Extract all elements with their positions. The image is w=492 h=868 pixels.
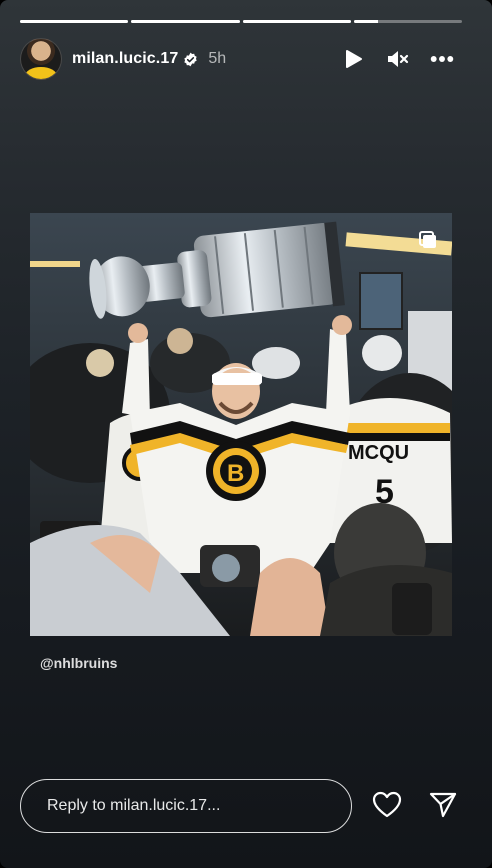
more-horizontal-icon	[430, 56, 454, 62]
heart-icon	[372, 791, 402, 818]
story-photo[interactable]: MCQU 5 B	[30, 213, 452, 636]
story-viewer: milan.lucic.17 5h MCQU 5 B @nhlbruins Re…	[0, 0, 492, 868]
progress-segment	[131, 20, 240, 23]
muted-speaker-icon	[388, 51, 409, 67]
more-options-button[interactable]	[430, 47, 454, 71]
post-time: 5h	[208, 50, 227, 67]
progress-segment	[20, 20, 129, 23]
story-header: milan.lucic.17 5h	[20, 38, 472, 80]
header-actions	[342, 47, 472, 71]
svg-text:B: B	[227, 460, 244, 487]
send-icon	[429, 792, 457, 818]
carousel-icon	[419, 231, 436, 248]
mute-button[interactable]	[386, 47, 410, 71]
photo-illustration: MCQU 5 B	[30, 213, 452, 636]
progress-segment	[242, 20, 351, 23]
reply-actions	[370, 788, 460, 822]
story-progress-bar	[20, 20, 462, 23]
mention-tag[interactable]: @nhlbruins	[40, 655, 117, 671]
svg-text:MCQU: MCQU	[348, 442, 409, 464]
reply-input[interactable]: Reply to milan.lucic.17...	[20, 779, 352, 833]
play-icon	[346, 50, 362, 68]
avatar[interactable]	[20, 38, 62, 80]
username[interactable]: milan.lucic.17	[72, 50, 178, 68]
reply-placeholder: Reply to milan.lucic.17...	[47, 797, 221, 814]
verified-badge-icon	[184, 52, 197, 66]
play-button[interactable]	[342, 47, 366, 71]
share-button[interactable]	[426, 788, 460, 822]
progress-segment	[353, 20, 462, 23]
like-button[interactable]	[370, 788, 404, 822]
